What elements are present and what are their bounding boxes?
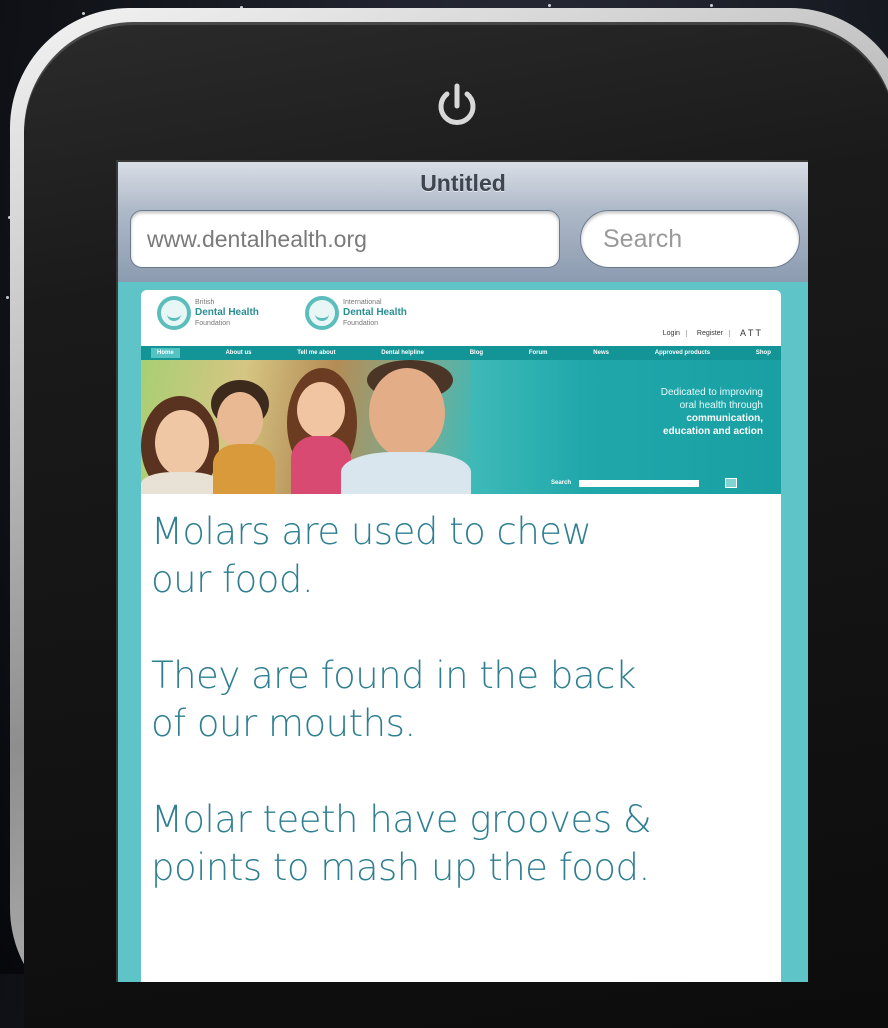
nav-item-shop[interactable]: Shop	[756, 350, 771, 356]
register-link[interactable]: Register	[697, 329, 730, 337]
nav-item-blog[interactable]: Blog	[470, 350, 483, 356]
device-screen: Untitled www.dentalhealth.org Search Bri…	[116, 160, 808, 982]
international-dhf-logo[interactable]: International Dental Health Foundation	[305, 296, 407, 330]
nav-item-about[interactable]: About us	[225, 350, 251, 356]
content-paragraph: Molar teeth have grooves & points to mas…	[151, 798, 652, 889]
site-header: British Dental Health Foundation Interna…	[141, 290, 781, 346]
star	[6, 296, 9, 299]
star	[82, 12, 85, 15]
site-search-label: Search	[551, 480, 572, 486]
hero-banner: Dedicated to improving oral health throu…	[141, 360, 781, 494]
browser-title: Untitled	[420, 170, 506, 196]
web-page: British Dental Health Foundation Interna…	[141, 290, 781, 982]
smile-logo-icon	[157, 296, 191, 330]
site-search: Search	[501, 476, 781, 490]
browser-search-field[interactable]: Search	[580, 210, 800, 268]
site-search-input[interactable]	[579, 479, 700, 487]
nav-item-home[interactable]: Home	[151, 348, 180, 358]
content-paragraph: Molars are used to chew our food.	[151, 510, 592, 601]
slide-content: Molars are used to chew our food. They a…	[151, 508, 781, 940]
nav-item-news[interactable]: News	[593, 350, 609, 356]
url-field[interactable]: www.dentalhealth.org	[130, 210, 560, 268]
content-paragraph: They are found in the back of our mouths…	[151, 654, 636, 745]
browser-toolbar: Untitled www.dentalhealth.org Search	[118, 162, 808, 282]
nav-item-dental-helpline[interactable]: Dental helpline	[381, 350, 424, 356]
smile-logo-icon	[305, 296, 339, 330]
text-size-control[interactable]: A T T	[740, 328, 767, 338]
header-links: Login Register A T T	[663, 328, 767, 338]
nav-item-approved-products[interactable]: Approved products	[655, 350, 710, 356]
search-icon[interactable]	[725, 478, 738, 488]
nav-item-tell-me-about[interactable]: Tell me about	[297, 350, 335, 356]
login-link[interactable]: Login	[663, 329, 687, 337]
nav-item-forum[interactable]: Forum	[529, 350, 548, 356]
power-icon[interactable]	[430, 80, 484, 134]
family-photo	[141, 360, 471, 494]
star	[548, 4, 551, 7]
banner-tagline: Dedicated to improving oral health throu…	[660, 387, 763, 437]
british-dhf-logo[interactable]: British Dental Health Foundation	[157, 296, 259, 330]
star	[710, 4, 713, 7]
site-nav: Home About us Tell me about Dental helpl…	[141, 346, 781, 360]
